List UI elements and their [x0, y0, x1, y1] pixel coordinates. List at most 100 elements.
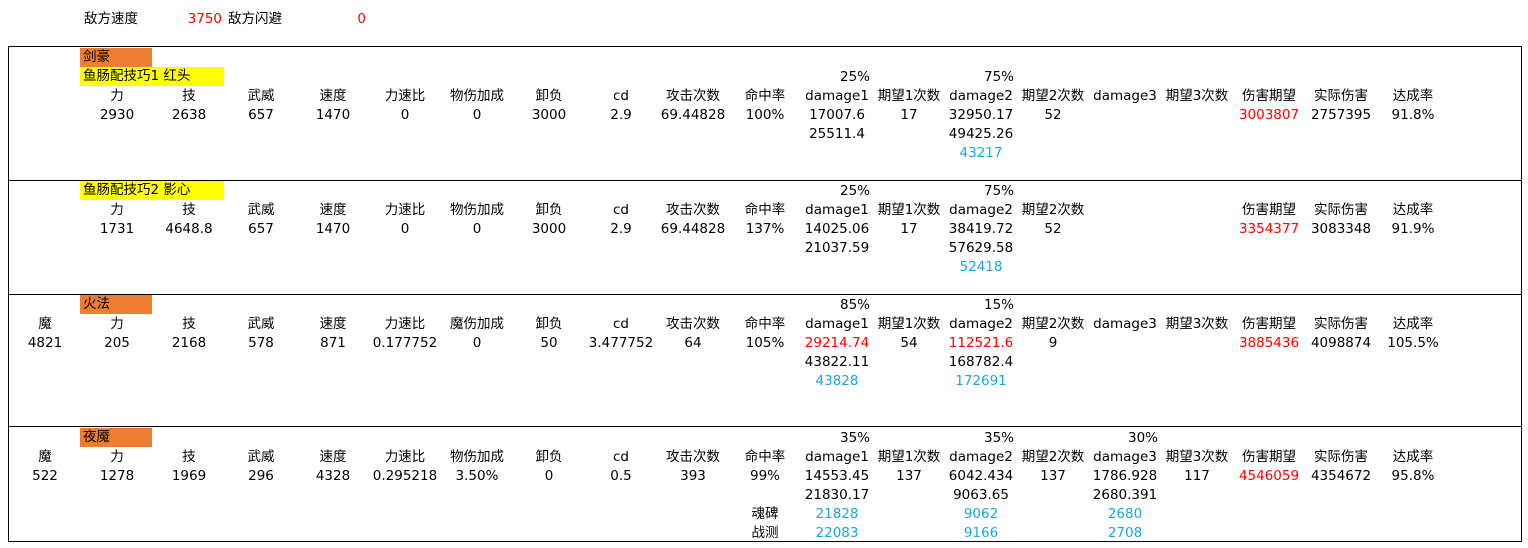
value-shiji: 4354672	[1310, 468, 1372, 484]
header-gongji: 攻击次数	[666, 449, 720, 465]
value-exp2: 52	[1044, 221, 1062, 237]
value-wushang: 0	[472, 107, 482, 123]
header-mo: 魔	[38, 316, 52, 332]
value-dmg1-crit: 43822.11	[804, 354, 870, 370]
dmg2-pct: 75%	[983, 183, 1014, 199]
value-wuwei: 296	[248, 468, 274, 484]
value-gongji: 69.44828	[660, 107, 726, 123]
dmg2-pct: 15%	[983, 297, 1014, 313]
value-mingzhong: 137%	[745, 221, 785, 237]
value-exp2: 52	[1044, 107, 1062, 123]
header-xiefu: 卸负	[535, 316, 563, 332]
value-dmg2: 112521.6	[948, 335, 1014, 351]
row-label-zhance: 战测	[751, 525, 779, 541]
class-tag-yeyan: 夜魇	[80, 428, 152, 447]
header-dmg1: damage1	[805, 449, 869, 465]
value-mingzhong: 99%	[749, 468, 781, 484]
dmg1-pct: 25%	[839, 183, 870, 199]
header-shanghai: 伤害期望	[1242, 88, 1296, 104]
header-cd: cd	[613, 449, 629, 465]
value-li: 1731	[99, 221, 135, 237]
value-dmg1-avg: 43828	[815, 373, 859, 389]
value-mingzhong: 105%	[745, 335, 785, 351]
header-mingzhong: 命中率	[744, 202, 786, 218]
setup-tag-2: 鱼肠配技巧2 影心	[80, 181, 224, 200]
value-shiji: 4098874	[1310, 335, 1372, 351]
value-dmg1-crit: 21830.17	[804, 487, 870, 503]
value-exp1: 17	[900, 107, 918, 123]
header-lisubi: 力速比	[384, 449, 426, 465]
value-dmg2: 32950.17	[948, 107, 1014, 123]
enemy-evade-label: 敌方闪避	[228, 11, 282, 27]
value-dmg1-zhance: 22083	[815, 525, 859, 541]
block-huofa	[8, 294, 1522, 427]
header-xiefu: 卸负	[535, 88, 563, 104]
value-cd: 2.9	[610, 107, 632, 123]
header-dmg2: damage2	[949, 316, 1013, 332]
value-wuwei: 657	[248, 107, 274, 123]
header-exp3: 期望3次数	[1165, 88, 1229, 104]
enemy-speed-value: 3750	[187, 11, 222, 27]
header-sudu: 速度	[319, 316, 347, 332]
class-tag-huofa: 火法	[80, 295, 152, 314]
value-xiefu: 50	[540, 335, 558, 351]
value-dacheng: 105.5%	[1387, 335, 1439, 351]
header-shanghai: 伤害期望	[1242, 316, 1296, 332]
header-cd: cd	[613, 316, 629, 332]
header-dmg1: damage1	[805, 202, 869, 218]
value-exp1: 17	[900, 221, 918, 237]
header-shiji: 实际伤害	[1314, 449, 1368, 465]
header-exp1: 期望1次数	[877, 316, 941, 332]
value-cd: 0.5	[610, 468, 632, 484]
value-lisubi: 0	[400, 107, 410, 123]
value-lisubi: 0.295218	[372, 468, 438, 484]
value-shanghai: 3003807	[1238, 107, 1300, 123]
value-dmg3-crit: 2680.391	[1092, 487, 1158, 503]
value-xiefu: 3000	[531, 221, 567, 237]
value-sudu: 1470	[315, 221, 351, 237]
header-exp1: 期望1次数	[877, 88, 941, 104]
header-dmg2: damage2	[949, 88, 1013, 104]
header-ji: 技	[182, 88, 196, 104]
value-lisubi: 0.177752	[372, 335, 438, 351]
header-li: 力	[110, 449, 124, 465]
header-dacheng: 达成率	[1392, 202, 1434, 218]
header-shanghai: 伤害期望	[1242, 202, 1296, 218]
header-dmg3: damage3	[1093, 316, 1157, 332]
header-exp3: 期望3次数	[1165, 449, 1229, 465]
value-dmg2-crit: 9063.65	[953, 487, 1009, 503]
header-dmg1: damage1	[805, 88, 869, 104]
header-mingzhong: 命中率	[744, 88, 786, 104]
header-mingzhong: 命中率	[744, 316, 786, 332]
value-dmg2-zhance: 9166	[963, 525, 999, 541]
value-dmg1-crit: 21037.59	[804, 240, 870, 256]
dmg1-pct: 85%	[839, 297, 870, 313]
value-wuwei: 657	[248, 221, 274, 237]
value-gongji: 393	[680, 468, 706, 484]
value-exp1: 137	[896, 468, 922, 484]
header-wuwei: 武威	[247, 88, 275, 104]
value-dmg2-avg: 52418	[959, 259, 1003, 275]
value-dacheng: 91.8%	[1391, 107, 1435, 123]
value-dmg2: 38419.72	[948, 221, 1014, 237]
value-dmg2-crit: 57629.58	[948, 240, 1014, 256]
header-dacheng: 达成率	[1392, 316, 1434, 332]
header-exp2: 期望2次数	[1021, 202, 1085, 218]
value-exp3: 117	[1184, 468, 1210, 484]
value-gongji: 64	[684, 335, 702, 351]
value-shanghai: 4546059	[1238, 468, 1300, 484]
value-moshang: 0	[472, 335, 482, 351]
header-exp2: 期望2次数	[1021, 316, 1085, 332]
value-mo: 522	[32, 468, 58, 484]
header-dacheng: 达成率	[1392, 88, 1434, 104]
value-dmg2-crit: 168782.4	[948, 354, 1014, 370]
header-lisubi: 力速比	[384, 202, 426, 218]
value-cd: 2.9	[610, 221, 632, 237]
value-dmg2: 6042.434	[948, 468, 1014, 484]
value-dmg1-crit: 25511.4	[809, 126, 865, 142]
header-ji: 技	[182, 449, 196, 465]
header-dacheng: 达成率	[1392, 449, 1434, 465]
header-ji: 技	[182, 316, 196, 332]
value-ji: 4648.8	[165, 221, 213, 237]
value-ji: 2638	[171, 107, 207, 123]
